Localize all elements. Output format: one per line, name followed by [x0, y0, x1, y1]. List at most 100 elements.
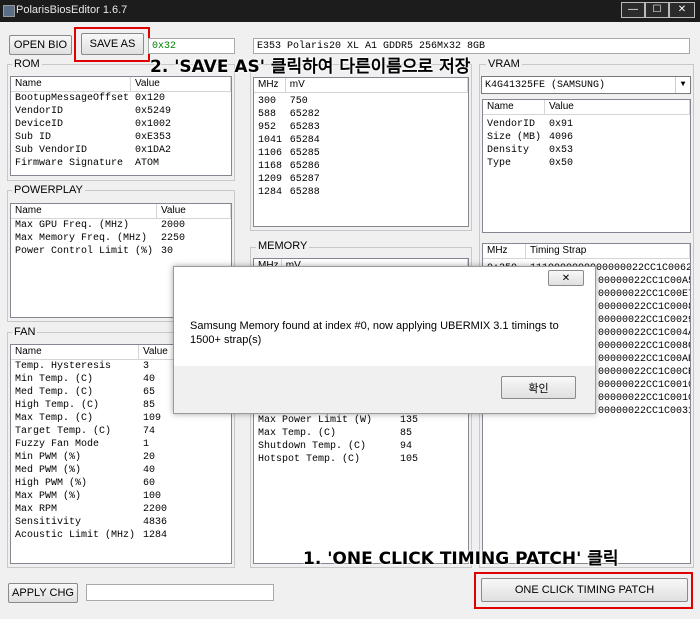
gpu-mv: 65287: [289, 174, 320, 185]
column-header[interactable]: Value: [131, 77, 231, 91]
table-row[interactable]: 1168 65286: [254, 160, 468, 173]
table-row[interactable]: Size (MB) 4096: [483, 131, 690, 144]
table-row[interactable]: Max PWM (%) 100: [11, 490, 231, 503]
table-row[interactable]: VendorID 0x5249: [11, 105, 231, 118]
maximize-button[interactable]: ☐: [645, 2, 669, 18]
vram-selected-value: K4G41325FE (SAMSUNG): [485, 80, 606, 91]
table-row[interactable]: Density 0x53: [483, 144, 690, 157]
row-value: 40: [143, 465, 156, 476]
table-row[interactable]: 1284 65288: [254, 186, 468, 199]
table-row[interactable]: 1209 65287: [254, 173, 468, 186]
dialog-message-area: ✕ Samsung Memory found at index #0, now …: [174, 267, 595, 366]
table-row[interactable]: Max RPM 2200: [11, 503, 231, 516]
table-row[interactable]: DeviceID 0x1002: [11, 118, 231, 131]
table-row[interactable]: High PWM (%) 60: [11, 477, 231, 490]
row-name: Hotspot Temp. (C): [258, 454, 361, 465]
table-row[interactable]: 1041 65284: [254, 134, 468, 147]
column-header[interactable]: Name: [11, 204, 157, 218]
ok-button[interactable]: 확인: [501, 376, 576, 399]
row-name: Sensitivity: [15, 517, 82, 528]
row-name: Med Temp. (C): [15, 387, 94, 398]
row-value: 0x53: [549, 145, 574, 156]
vram-info-header: Name Value: [483, 100, 690, 115]
column-header[interactable]: Name: [483, 100, 545, 114]
open-bios-button[interactable]: OPEN BIO: [9, 35, 72, 55]
timing-patch-highlight: [474, 572, 693, 609]
row-name: Max Memory Freq. (MHz): [15, 233, 148, 244]
table-row[interactable]: Hotspot Temp. (C) 105: [254, 453, 468, 466]
apply-status-field[interactable]: [86, 584, 274, 601]
row-name: Max Temp. (C): [258, 428, 337, 439]
table-row[interactable]: Power Control Limit (%) 30: [11, 245, 231, 258]
row-name: Shutdown Temp. (C): [258, 441, 367, 452]
table-row[interactable]: Fuzzy Fan Mode 1: [11, 438, 231, 451]
vram-info-list[interactable]: Name Value VendorID 0x91 Size (MB) 4096 Dens…: [482, 99, 691, 233]
row-name: Sub ID: [15, 132, 52, 143]
gpu-mv: 65288: [289, 187, 320, 198]
column-header[interactable]: Timing Strap: [526, 244, 690, 258]
table-row[interactable]: Max Power Limit (W) 135: [254, 414, 468, 427]
column-header[interactable]: Value: [157, 204, 231, 218]
row-value: 0x5249: [135, 106, 172, 117]
table-row[interactable]: BootupMessageOffset 0x120: [11, 92, 231, 105]
table-row[interactable]: 952 65283: [254, 121, 468, 134]
rom-label: ROM: [12, 58, 42, 70]
table-row[interactable]: Med PWM (%) 40: [11, 464, 231, 477]
row-name: Min PWM (%): [15, 452, 82, 463]
table-row[interactable]: Sensitivity 4836: [11, 516, 231, 529]
row-name: Size (MB): [487, 132, 542, 143]
table-row[interactable]: Shutdown Temp. (C) 94: [254, 440, 468, 453]
row-name: Power Control Limit (%): [15, 246, 154, 257]
powerplay-list-header: Name Value: [11, 204, 231, 219]
table-row[interactable]: Max GPU Freq. (MHz) 2000: [11, 219, 231, 232]
column-header[interactable]: Name: [11, 77, 131, 91]
table-row[interactable]: Max Temp. (C) 85: [254, 427, 468, 440]
column-header[interactable]: MHz: [254, 78, 286, 92]
table-row[interactable]: Sub VendorID 0x1DA2: [11, 144, 231, 157]
row-name: VendorID: [487, 119, 536, 130]
row-name: Fuzzy Fan Mode: [15, 439, 100, 450]
row-name: Target Temp. (C): [15, 426, 112, 437]
table-row[interactable]: Max Memory Freq. (MHz) 2250: [11, 232, 231, 245]
message-dialog: ✕ Samsung Memory found at index #0, now …: [173, 266, 596, 414]
dialog-close-button[interactable]: ✕: [548, 270, 584, 286]
gpu-mhz: 588: [258, 109, 277, 120]
column-header[interactable]: mV: [286, 78, 468, 92]
table-row[interactable]: Firmware Signature ATOM: [11, 157, 231, 170]
annotation-step2: 2. 'SAVE AS' 클릭하여 다른이름으로 저장: [150, 57, 471, 77]
table-row[interactable]: Target Temp. (C) 74: [11, 425, 231, 438]
row-value: 105: [400, 454, 419, 465]
table-row[interactable]: 1106 65285: [254, 147, 468, 160]
column-header[interactable]: Name: [11, 345, 139, 359]
column-header[interactable]: MHz: [483, 244, 526, 258]
gpu-mv: 750: [289, 96, 308, 107]
annotation-step1: 1. 'ONE CLICK TIMING PATCH' 클릭: [303, 549, 619, 569]
close-button[interactable]: ✕: [669, 2, 695, 18]
table-row[interactable]: Type 0x50: [483, 157, 690, 170]
chevron-down-icon[interactable]: ▼: [675, 77, 690, 93]
apply-changes-button[interactable]: APPLY CHG: [8, 583, 78, 603]
table-row[interactable]: VendorID 0x91: [483, 118, 690, 131]
row-name: Med PWM (%): [15, 465, 82, 476]
row-value: 94: [400, 441, 413, 452]
gpu-mv: 65285: [289, 148, 320, 159]
gpu-mhz: 1168: [258, 161, 283, 172]
table-row[interactable]: Sub ID 0xE353: [11, 131, 231, 144]
gpu-list[interactable]: MHz mV 300 750 588 65282 952 65283 1041 65284 11…: [253, 77, 469, 227]
table-row[interactable]: 300 750: [254, 95, 468, 108]
table-row[interactable]: Min PWM (%) 20: [11, 451, 231, 464]
gpu-mv: 65283: [289, 122, 320, 133]
vram-select[interactable]: K4G41325FE (SAMSUNG) ▼: [481, 76, 691, 94]
row-value: 85: [400, 428, 413, 439]
column-header[interactable]: Value: [545, 100, 690, 114]
row-value: 100: [143, 491, 162, 502]
timing-strap-header: MHz Timing Strap: [483, 244, 690, 259]
row-value: ATOM: [135, 158, 160, 169]
table-row[interactable]: 588 65282: [254, 108, 468, 121]
row-name: Max GPU Freq. (MHz): [15, 220, 130, 231]
rom-list[interactable]: Name Value BootupMessageOffset 0x120 Vendo…: [10, 76, 232, 176]
gpu-mhz: 300: [258, 96, 277, 107]
minimize-button[interactable]: —: [621, 2, 645, 18]
row-name: Density: [487, 145, 530, 156]
table-row[interactable]: Acoustic Limit (MHz) 1284: [11, 529, 231, 542]
